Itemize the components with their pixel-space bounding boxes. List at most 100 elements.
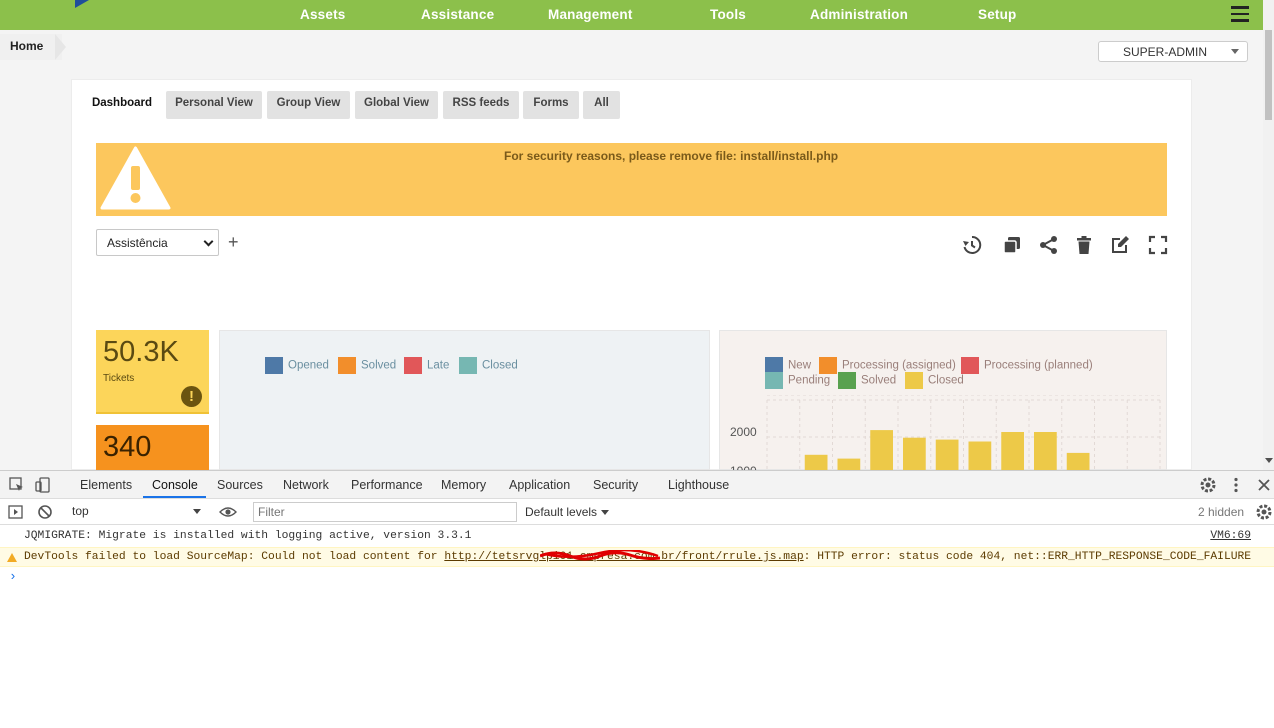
- legend-item[interactable]: Closed: [905, 372, 964, 389]
- tab-personal-view[interactable]: Personal View: [166, 91, 262, 119]
- bar[interactable]: [903, 437, 926, 470]
- legend-item[interactable]: Solved: [338, 357, 396, 374]
- tickets-stat-card[interactable]: 50.3K Tickets !: [96, 330, 209, 414]
- trash-icon[interactable]: [1074, 235, 1094, 255]
- legend-swatch: [265, 357, 283, 374]
- nav-administration[interactable]: Administration: [810, 7, 908, 22]
- tab-rss-feeds[interactable]: RSS feeds: [443, 91, 519, 119]
- devtools-tab-sources[interactable]: Sources: [217, 478, 263, 492]
- fullscreen-icon[interactable]: [1148, 235, 1168, 255]
- tab-forms[interactable]: Forms: [523, 91, 579, 119]
- console-filter-input[interactable]: [253, 502, 517, 522]
- legend-item[interactable]: Processing (planned): [961, 357, 1093, 374]
- log-levels-select[interactable]: Default levels: [525, 505, 597, 519]
- nav-setup[interactable]: Setup: [978, 7, 1017, 22]
- clone-icon[interactable]: [1002, 235, 1022, 255]
- chevron-down-icon: [193, 509, 201, 514]
- edit-icon[interactable]: [1110, 235, 1130, 255]
- chevron-down-icon: [203, 236, 214, 247]
- clear-console-icon[interactable]: [36, 503, 54, 521]
- stat-label: Tickets: [103, 373, 135, 384]
- hidden-messages-count: 2 hidden: [1198, 505, 1245, 519]
- nav-tools[interactable]: Tools: [710, 7, 746, 22]
- devtools-tabbar: Elements Console Sources Network Perform…: [0, 471, 1274, 499]
- legend-item[interactable]: Pending: [765, 372, 830, 389]
- bar[interactable]: [1066, 452, 1090, 470]
- devtools-tab-network[interactable]: Network: [283, 478, 329, 492]
- message-source-link[interactable]: VM6:69: [1210, 530, 1251, 542]
- legend-label: Late: [427, 359, 450, 372]
- legend-label: New: [788, 359, 812, 372]
- bar[interactable]: [837, 458, 861, 470]
- share-icon[interactable]: [1039, 235, 1059, 255]
- y-tick-label: 2000: [730, 425, 757, 439]
- bar[interactable]: [1034, 432, 1057, 470]
- scrollbar-thumb[interactable]: [1265, 30, 1272, 120]
- add-dashboard-button[interactable]: +: [228, 232, 239, 253]
- legend-swatch: [838, 372, 856, 389]
- console-toolbar: top Default levels 2 hidden: [0, 499, 1274, 525]
- redaction-scribble: [540, 550, 660, 561]
- legend-item[interactable]: Solved: [838, 372, 896, 389]
- dashboard-select[interactable]: Assistência: [96, 229, 219, 256]
- stat-value: 340: [103, 431, 152, 463]
- inspect-element-icon[interactable]: [8, 476, 26, 494]
- settings-gear-icon[interactable]: [1199, 476, 1217, 494]
- devtools-tab-performance[interactable]: Performance: [351, 478, 423, 492]
- console-settings-gear-icon[interactable]: [1255, 503, 1273, 521]
- breadcrumb-arrow: [55, 34, 66, 60]
- legend-swatch: [765, 372, 783, 389]
- legend-label: Solved: [361, 359, 397, 372]
- orange-stat-card[interactable]: 340: [96, 425, 209, 470]
- chevron-down-icon: [601, 510, 609, 515]
- device-toolbar-icon[interactable]: [34, 476, 52, 494]
- legend-item[interactable]: Opened: [265, 357, 329, 374]
- tab-dashboard[interactable]: Dashboard: [88, 91, 156, 119]
- legend-item[interactable]: Late: [404, 357, 449, 374]
- nav-assets[interactable]: Assets: [300, 7, 345, 22]
- warning-suffix: : HTTP error: status code 404, net::ERR_…: [803, 551, 1252, 563]
- legend-swatch: [404, 357, 422, 374]
- nav-management[interactable]: Management: [548, 7, 633, 22]
- close-icon[interactable]: [1255, 476, 1273, 494]
- legend-swatch: [459, 357, 477, 374]
- legend-label: Opened: [288, 359, 329, 372]
- legend-label: Closed: [928, 374, 964, 387]
- more-options-icon[interactable]: [1227, 476, 1245, 494]
- devtools-tab-application[interactable]: Application: [509, 478, 570, 492]
- context-select[interactable]: top: [72, 504, 89, 518]
- tab-group-view[interactable]: Group View: [267, 91, 350, 119]
- history-icon[interactable]: [962, 235, 982, 255]
- legend-swatch: [338, 357, 356, 374]
- legend-item[interactable]: Closed: [459, 357, 518, 374]
- tab-all[interactable]: All: [583, 91, 620, 119]
- bar[interactable]: [1001, 432, 1024, 470]
- devtools-tab-memory[interactable]: Memory: [441, 478, 486, 492]
- nav-assistance[interactable]: Assistance: [421, 7, 494, 22]
- tickets-status-chart: [219, 330, 710, 470]
- bar-chart: 20001000: [730, 395, 1161, 471]
- bar[interactable]: [804, 454, 828, 470]
- live-expression-eye-icon[interactable]: [219, 503, 237, 521]
- profile-select[interactable]: SUPER-ADMIN: [1098, 41, 1248, 62]
- tab-global-view[interactable]: Global View: [355, 91, 438, 119]
- legend-label: Closed: [482, 359, 518, 372]
- devtools-tab-security[interactable]: Security: [593, 478, 638, 492]
- warning-prefix: DevTools failed to load SourceMap: Could…: [24, 551, 445, 563]
- breadcrumb-home[interactable]: Home: [10, 39, 43, 53]
- chevron-down-icon: [1231, 49, 1239, 54]
- console-message-text: JQMIGRATE: Migrate is installed with log…: [24, 530, 472, 542]
- bar[interactable]: [870, 430, 893, 470]
- scroll-down-arrow-icon[interactable]: [1265, 458, 1273, 463]
- devtools-tab-lighthouse[interactable]: Lighthouse: [668, 478, 729, 492]
- legend-label: Solved: [861, 374, 897, 387]
- bar[interactable]: [968, 441, 992, 471]
- devtools-tab-console[interactable]: Console: [152, 478, 198, 492]
- menu-icon[interactable]: [1231, 6, 1249, 22]
- console-prompt[interactable]: ›: [9, 569, 17, 584]
- sidebar-toggle-icon[interactable]: [7, 503, 25, 521]
- warning-triangle-icon: [7, 553, 17, 562]
- bar[interactable]: [935, 439, 959, 470]
- devtools-tab-elements[interactable]: Elements: [80, 478, 132, 492]
- legend-label: Processing (assigned): [842, 359, 956, 372]
